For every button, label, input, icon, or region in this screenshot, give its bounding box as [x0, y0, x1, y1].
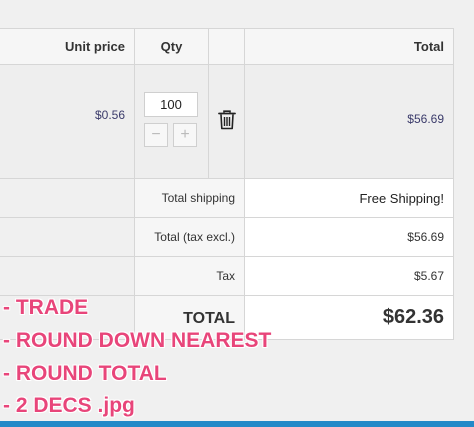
bottom-accent-bar — [0, 421, 474, 427]
header-total: Total — [413, 39, 444, 54]
summary-shipping-row: Total shipping Free Shipping! — [0, 179, 454, 218]
tax-excl-label-cell: Total (tax excl.) — [134, 218, 244, 256]
shipping-label: Total shipping — [161, 191, 235, 205]
tax-excl-label: Total (tax excl.) — [154, 230, 235, 244]
grand-total-value-cell: $62.36 — [244, 296, 454, 339]
annotation-line-3: - ROUND TOTAL — [3, 362, 167, 385]
trash-icon[interactable] — [218, 110, 236, 130]
item-unit-price-cell: $0.56 — [0, 65, 134, 178]
summary-spacer — [0, 179, 134, 217]
annotation-line-1: - TRADE — [3, 296, 89, 319]
quantity-input[interactable]: 100 — [144, 92, 198, 117]
quantity-increase-button[interactable]: + — [173, 123, 197, 147]
tax-value-cell: $5.67 — [244, 257, 454, 295]
tax-value: $5.67 — [413, 269, 444, 283]
summary-tax-excl-row: Total (tax excl.) $56.69 — [0, 218, 454, 257]
item-total-cell: $56.69 — [244, 65, 454, 178]
tax-excl-value: $56.69 — [407, 230, 444, 244]
header-delete-cell — [208, 29, 244, 64]
tax-label: Tax — [216, 269, 235, 283]
summary-spacer — [0, 257, 134, 295]
summary-tax-row: Tax $5.67 — [0, 257, 454, 296]
item-total: $56.69 — [407, 112, 444, 126]
grand-total-value: $62.36 — [382, 306, 444, 328]
header-unit-price-cell: Unit price — [0, 29, 134, 64]
header-qty-cell: Qty — [134, 29, 208, 64]
shipping-label-cell: Total shipping — [134, 179, 244, 217]
quantity-decrease-button[interactable]: − — [144, 123, 168, 147]
cart-header-row: Unit price Qty Total — [0, 29, 454, 65]
item-unit-price: $0.56 — [94, 108, 125, 122]
header-unit-price: Unit price — [65, 39, 125, 54]
grand-total-label: TOTAL — [183, 310, 235, 327]
cart-table: Unit price Qty Total $0.56 100 − + $56.6… — [0, 28, 454, 340]
shipping-value-cell: Free Shipping! — [244, 179, 454, 217]
shipping-value: Free Shipping! — [359, 191, 444, 206]
tax-label-cell: Tax — [134, 257, 244, 295]
annotation-line-4: - 2 DECS .jpg — [3, 394, 135, 417]
header-qty: Qty — [160, 39, 183, 54]
annotation-line-2: - ROUND DOWN NEAREST — [3, 329, 272, 352]
header-total-cell: Total — [244, 29, 454, 64]
summary-spacer — [0, 218, 134, 256]
tax-excl-value-cell: $56.69 — [244, 218, 454, 256]
cart-item-row: $0.56 100 − + $56.69 — [0, 65, 454, 179]
item-qty-cell: 100 − + — [134, 65, 208, 178]
item-delete-cell — [208, 65, 244, 178]
